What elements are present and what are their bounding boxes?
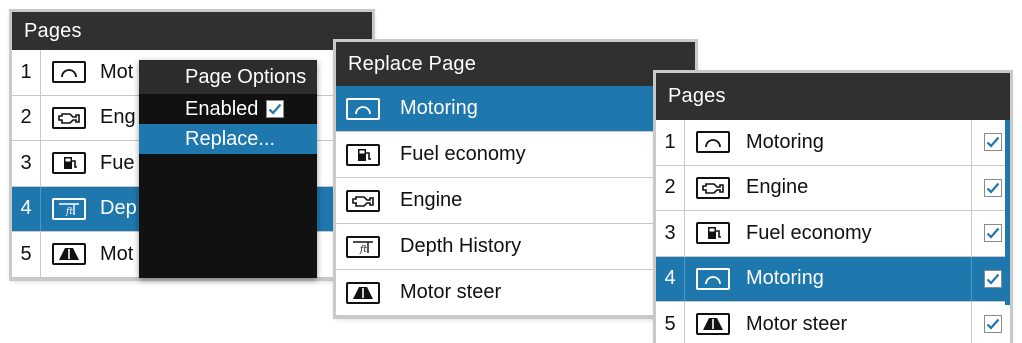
- replace-page-item[interactable]: Motor steer: [336, 270, 695, 316]
- checkmark-icon: [986, 137, 1000, 148]
- checkmark-icon: [986, 182, 1000, 194]
- page-label: Eng: [100, 106, 136, 129]
- page-number: 3: [664, 221, 676, 244]
- page-label: Mot: [100, 60, 134, 83]
- motoring-icon: [696, 131, 730, 154]
- column-divider: [40, 50, 41, 95]
- page-row[interactable]: 1 Motoring: [656, 120, 1010, 166]
- checkmark-icon: [269, 103, 282, 115]
- column-divider: [684, 165, 685, 210]
- pages-panel-right: Pages 1 Motoring 2 Engine 3 Fuel economy…: [656, 73, 1010, 343]
- column-divider: [971, 120, 972, 165]
- page-label: Dep: [100, 197, 137, 220]
- replace-option[interactable]: Replace...: [139, 124, 317, 154]
- motoring-icon: [52, 61, 86, 84]
- column-divider: [971, 302, 972, 343]
- engine-icon: [696, 176, 730, 199]
- column-divider: [971, 165, 972, 210]
- page-enabled-checkbox[interactable]: [984, 269, 1002, 288]
- page-options-title: Page Options: [139, 60, 317, 94]
- page-number: 5: [20, 242, 32, 265]
- column-divider: [684, 302, 685, 343]
- page-label: Fuel economy: [746, 221, 872, 244]
- page-number: 3: [20, 151, 32, 174]
- page-label: Engine: [746, 176, 809, 199]
- column-divider: [40, 232, 41, 277]
- column-divider: [971, 256, 972, 301]
- enabled-checkbox[interactable]: [266, 100, 285, 118]
- motor-steer-icon: [696, 313, 730, 336]
- svg-text:ft: ft: [359, 245, 367, 255]
- replace-page-label: Fuel economy: [400, 143, 526, 165]
- svg-text:ft: ft: [65, 207, 73, 217]
- replace-page-item[interactable]: Fuel economy: [336, 132, 695, 178]
- page-row[interactable]: 5 Motor steer: [656, 302, 1010, 343]
- column-divider: [684, 256, 685, 301]
- page-number: 4: [20, 197, 32, 220]
- page-number: 2: [20, 106, 32, 129]
- motoring-icon: [696, 267, 730, 290]
- replace-page-title: Replace Page: [336, 42, 695, 86]
- page-label: Mot: [100, 242, 134, 265]
- motor-steer-icon: [346, 281, 380, 304]
- checkmark-icon: [986, 273, 1000, 285]
- replace-page-item[interactable]: Engine: [336, 178, 695, 224]
- scrollbar[interactable]: [1005, 120, 1010, 305]
- fuel-icon: [696, 222, 730, 245]
- motor-steer-icon: [52, 243, 86, 266]
- page-number: 4: [664, 267, 676, 290]
- replace-page-label: Depth History: [400, 235, 522, 257]
- column-divider: [40, 141, 41, 186]
- page-row[interactable]: 4 Motoring: [656, 256, 1010, 302]
- checkmark-icon: [986, 319, 1000, 330]
- column-divider: [40, 95, 41, 140]
- page-number: 1: [20, 60, 32, 83]
- engine-icon: [346, 189, 380, 212]
- page-options-menu: Page Options Enabled Replace...: [139, 60, 317, 278]
- depth-icon: ft: [52, 197, 86, 220]
- column-divider: [684, 211, 685, 256]
- replace-page-list: Motoring Fuel economy Engine ft Depth Hi…: [336, 86, 695, 316]
- page-label: Fue: [100, 151, 135, 174]
- page-label: Motoring: [746, 130, 824, 153]
- pages-right-list: 1 Motoring 2 Engine 3 Fuel economy 4 Mot…: [656, 120, 1010, 343]
- pages-left-title: Pages: [12, 12, 372, 50]
- page-row[interactable]: 2 Engine: [656, 165, 1010, 211]
- page-label: Motoring: [746, 267, 824, 290]
- replace-page-panel: Replace Page Motoring Fuel economy Engin…: [336, 42, 695, 316]
- replace-page-item[interactable]: Motoring: [336, 86, 695, 132]
- page-number: 5: [664, 312, 676, 335]
- page-enabled-checkbox[interactable]: [984, 224, 1002, 243]
- replace-page-label: Engine: [400, 189, 463, 211]
- engine-icon: [52, 106, 86, 129]
- pages-right-title: Pages: [656, 73, 1010, 120]
- page-enabled-checkbox[interactable]: [984, 315, 1002, 334]
- enabled-option[interactable]: Enabled: [139, 94, 317, 124]
- column-divider: [684, 120, 685, 165]
- fuel-icon: [346, 143, 380, 166]
- column-divider: [971, 211, 972, 256]
- page-label: Motor steer: [746, 312, 848, 335]
- page-row[interactable]: 3 Fuel economy: [656, 211, 1010, 257]
- motoring-icon: [346, 97, 380, 120]
- page-number: 2: [664, 176, 676, 199]
- page-enabled-checkbox[interactable]: [984, 178, 1002, 197]
- replace-page-item[interactable]: ft Depth History: [336, 224, 695, 270]
- fuel-icon: [52, 152, 86, 175]
- enabled-label: Enabled: [185, 97, 259, 120]
- depth-icon: ft: [346, 235, 380, 258]
- page-enabled-checkbox[interactable]: [984, 133, 1002, 152]
- page-number: 1: [664, 130, 676, 153]
- replace-page-label: Motor steer: [400, 281, 502, 303]
- checkmark-icon: [986, 228, 1000, 239]
- column-divider: [40, 186, 41, 231]
- replace-page-label: Motoring: [400, 97, 478, 119]
